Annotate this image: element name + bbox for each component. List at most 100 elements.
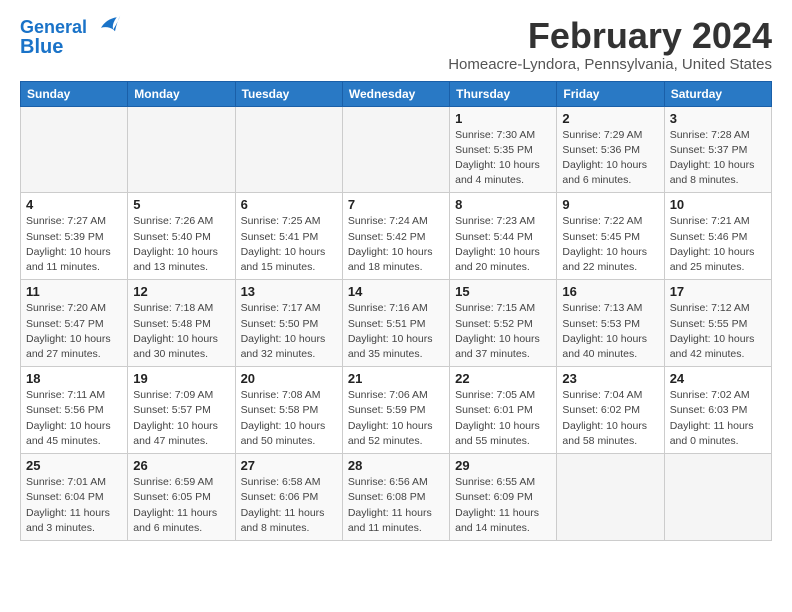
header-day-thursday: Thursday <box>450 81 557 106</box>
day-number: 13 <box>241 284 337 299</box>
day-number: 22 <box>455 371 551 386</box>
logo-bird-icon <box>94 12 122 40</box>
calendar-cell: 24 Sunrise: 7:02 AMSunset: 6:03 PMDayligh… <box>664 367 771 454</box>
calendar-cell: 7Sunrise: 7:24 AMSunset: 5:42 PMDaylight… <box>342 193 449 280</box>
day-number: 27 <box>241 458 337 473</box>
calendar-cell: 11 Sunrise: 7:20 AMSunset: 5:47 PMDayligh… <box>21 280 128 367</box>
calendar-cell: 15 Sunrise: 7:15 AMSunset: 5:52 PMDayligh… <box>450 280 557 367</box>
day-info: Sunrise: 7:02 AMSunset: 6:03 PMDaylight:… <box>670 388 766 449</box>
calendar-cell: 26 Sunrise: 6:59 AMSunset: 6:05 PMDayligh… <box>128 454 235 541</box>
day-number: 2 <box>562 111 658 126</box>
calendar-cell: 18Sunrise: 7:11 AMSunset: 5:56 PMDayligh… <box>21 367 128 454</box>
calendar-cell <box>342 106 449 193</box>
calendar-cell: 9 Sunrise: 7:22 AMSunset: 5:45 PMDaylight… <box>557 193 664 280</box>
calendar-cell: 5 Sunrise: 7:26 AMSunset: 5:40 PMDaylight… <box>128 193 235 280</box>
day-number: 6 <box>241 197 337 212</box>
day-number: 11 <box>26 284 122 299</box>
day-number: 20 <box>241 371 337 386</box>
day-info: Sunrise: 7:25 AMSunset: 5:41 PMDaylight:… <box>241 214 337 275</box>
header-day-friday: Friday <box>557 81 664 106</box>
day-info: Sunrise: 7:30 AMSunset: 5:35 PMDaylight:… <box>455 128 551 189</box>
day-number: 17 <box>670 284 766 299</box>
calendar-cell: 13Sunrise: 7:17 AMSunset: 5:50 PMDayligh… <box>235 280 342 367</box>
day-number: 14 <box>348 284 444 299</box>
calendar-cell: 12Sunrise: 7:18 AMSunset: 5:48 PMDayligh… <box>128 280 235 367</box>
day-info: Sunrise: 7:09 AMSunset: 5:57 PMDaylight:… <box>133 388 229 449</box>
calendar-cell: 21 Sunrise: 7:06 AMSunset: 5:59 PMDayligh… <box>342 367 449 454</box>
day-info: Sunrise: 7:16 AMSunset: 5:51 PMDaylight:… <box>348 301 444 362</box>
day-info: Sunrise: 7:24 AMSunset: 5:42 PMDaylight:… <box>348 214 444 275</box>
calendar-cell: 14 Sunrise: 7:16 AMSunset: 5:51 PMDayligh… <box>342 280 449 367</box>
day-number: 4 <box>26 197 122 212</box>
header-day-tuesday: Tuesday <box>235 81 342 106</box>
day-number: 26 <box>133 458 229 473</box>
calendar-week-row: 1Sunrise: 7:30 AMSunset: 5:35 PMDaylight… <box>21 106 772 193</box>
day-number: 29 <box>455 458 551 473</box>
day-info: Sunrise: 7:12 AMSunset: 5:55 PMDaylight:… <box>670 301 766 362</box>
day-info: Sunrise: 7:18 AMSunset: 5:48 PMDaylight:… <box>133 301 229 362</box>
calendar-cell: 6 Sunrise: 7:25 AMSunset: 5:41 PMDaylight… <box>235 193 342 280</box>
day-info: Sunrise: 7:08 AMSunset: 5:58 PMDaylight:… <box>241 388 337 449</box>
calendar-cell: 29 Sunrise: 6:55 AMSunset: 6:09 PMDayligh… <box>450 454 557 541</box>
day-number: 25 <box>26 458 122 473</box>
header-day-wednesday: Wednesday <box>342 81 449 106</box>
day-number: 5 <box>133 197 229 212</box>
day-info: Sunrise: 6:55 AMSunset: 6:09 PMDaylight:… <box>455 475 551 536</box>
day-info: Sunrise: 7:29 AMSunset: 5:36 PMDaylight:… <box>562 128 658 189</box>
calendar-cell <box>235 106 342 193</box>
calendar-cell: 16 Sunrise: 7:13 AMSunset: 5:53 PMDayligh… <box>557 280 664 367</box>
day-number: 9 <box>562 197 658 212</box>
day-info: Sunrise: 7:06 AMSunset: 5:59 PMDaylight:… <box>348 388 444 449</box>
calendar-cell: 20 Sunrise: 7:08 AMSunset: 5:58 PMDayligh… <box>235 367 342 454</box>
calendar-body: 1Sunrise: 7:30 AMSunset: 5:35 PMDaylight… <box>21 106 772 540</box>
calendar-week-row: 4 Sunrise: 7:27 AMSunset: 5:39 PMDaylight… <box>21 193 772 280</box>
header-day-saturday: Saturday <box>664 81 771 106</box>
day-number: 28 <box>348 458 444 473</box>
day-number: 16 <box>562 284 658 299</box>
day-info: Sunrise: 7:15 AMSunset: 5:52 PMDaylight:… <box>455 301 551 362</box>
calendar-week-row: 11 Sunrise: 7:20 AMSunset: 5:47 PMDayligh… <box>21 280 772 367</box>
logo: General Blue <box>20 16 122 58</box>
day-info: Sunrise: 7:20 AMSunset: 5:47 PMDaylight:… <box>26 301 122 362</box>
calendar-header: SundayMondayTuesdayWednesdayThursdayFrid… <box>21 81 772 106</box>
day-info: Sunrise: 7:11 AMSunset: 5:56 PMDaylight:… <box>26 388 122 449</box>
page-header: General Blue February 2024 Homeacre-Lynd… <box>20 16 772 73</box>
day-info: Sunrise: 6:59 AMSunset: 6:05 PMDaylight:… <box>133 475 229 536</box>
calendar-week-row: 25Sunrise: 7:01 AMSunset: 6:04 PMDayligh… <box>21 454 772 541</box>
day-number: 10 <box>670 197 766 212</box>
day-info: Sunrise: 7:04 AMSunset: 6:02 PMDaylight:… <box>562 388 658 449</box>
calendar-cell <box>21 106 128 193</box>
day-number: 23 <box>562 371 658 386</box>
day-number: 3 <box>670 111 766 126</box>
calendar-cell: 25Sunrise: 7:01 AMSunset: 6:04 PMDayligh… <box>21 454 128 541</box>
calendar-cell <box>557 454 664 541</box>
day-info: Sunrise: 7:23 AMSunset: 5:44 PMDaylight:… <box>455 214 551 275</box>
calendar-cell: 22Sunrise: 7:05 AMSunset: 6:01 PMDayligh… <box>450 367 557 454</box>
day-info: Sunrise: 7:22 AMSunset: 5:45 PMDaylight:… <box>562 214 658 275</box>
day-number: 24 <box>670 371 766 386</box>
header-day-sunday: Sunday <box>21 81 128 106</box>
calendar-cell: 1Sunrise: 7:30 AMSunset: 5:35 PMDaylight… <box>450 106 557 193</box>
day-number: 19 <box>133 371 229 386</box>
calendar-week-row: 18Sunrise: 7:11 AMSunset: 5:56 PMDayligh… <box>21 367 772 454</box>
day-info: Sunrise: 7:27 AMSunset: 5:39 PMDaylight:… <box>26 214 122 275</box>
calendar-cell: 10 Sunrise: 7:21 AMSunset: 5:46 PMDayligh… <box>664 193 771 280</box>
header-day-monday: Monday <box>128 81 235 106</box>
calendar-cell: 27 Sunrise: 6:58 AMSunset: 6:06 PMDayligh… <box>235 454 342 541</box>
calendar-cell: 4 Sunrise: 7:27 AMSunset: 5:39 PMDaylight… <box>21 193 128 280</box>
day-info: Sunrise: 6:58 AMSunset: 6:06 PMDaylight:… <box>241 475 337 536</box>
day-number: 21 <box>348 371 444 386</box>
day-info: Sunrise: 7:26 AMSunset: 5:40 PMDaylight:… <box>133 214 229 275</box>
day-info: Sunrise: 7:13 AMSunset: 5:53 PMDaylight:… <box>562 301 658 362</box>
day-info: Sunrise: 7:21 AMSunset: 5:46 PMDaylight:… <box>670 214 766 275</box>
calendar-cell: 19 Sunrise: 7:09 AMSunset: 5:57 PMDayligh… <box>128 367 235 454</box>
calendar-cell: 23 Sunrise: 7:04 AMSunset: 6:02 PMDayligh… <box>557 367 664 454</box>
calendar-cell: 8 Sunrise: 7:23 AMSunset: 5:44 PMDaylight… <box>450 193 557 280</box>
day-number: 15 <box>455 284 551 299</box>
calendar-cell <box>664 454 771 541</box>
calendar-header-row: SundayMondayTuesdayWednesdayThursdayFrid… <box>21 81 772 106</box>
main-title: February 2024 <box>448 16 772 56</box>
day-number: 8 <box>455 197 551 212</box>
subtitle: Homeacre-Lyndora, Pennsylvania, United S… <box>448 56 772 73</box>
calendar-cell: 2 Sunrise: 7:29 AMSunset: 5:36 PMDaylight… <box>557 106 664 193</box>
